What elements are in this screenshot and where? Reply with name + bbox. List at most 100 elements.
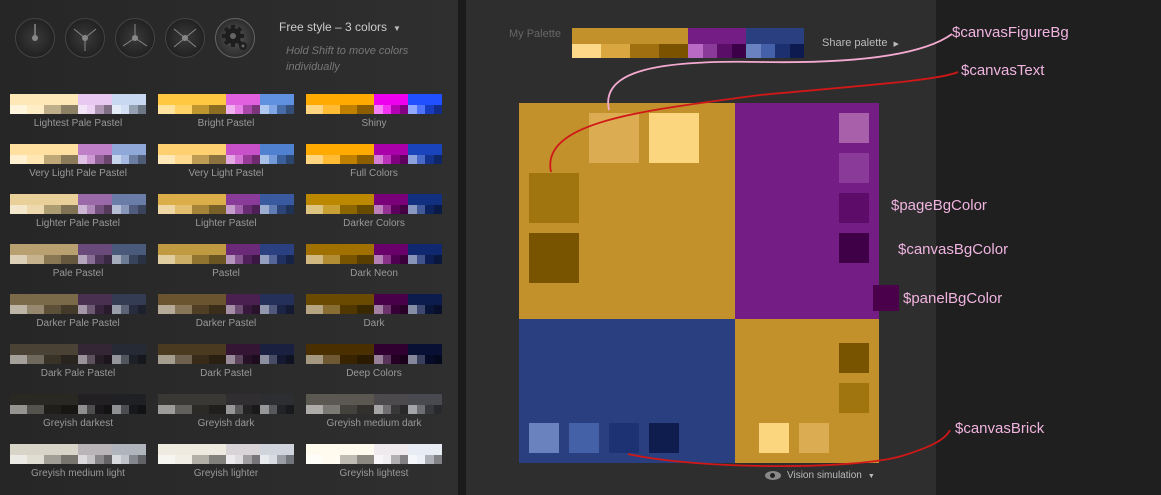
annotation-panel-bg-color: $panelBgColor <box>903 290 1003 307</box>
preset-swatch-bar <box>10 94 146 114</box>
gear-icon[interactable] <box>215 18 255 58</box>
preset-greyish-darkest[interactable]: Greyish darkest <box>10 394 146 429</box>
palette-segment <box>112 294 146 314</box>
canvas-brick <box>649 423 679 453</box>
palette-segment <box>10 94 78 114</box>
scheme-mode-dropdown[interactable]: Free style – 3 colors ▼ <box>279 20 401 34</box>
preset-label: Greyish medium light <box>31 468 125 479</box>
preset-swatch-bar <box>306 444 442 464</box>
preset-darker-pale-pastel[interactable]: Darker Pale Pastel <box>10 294 146 329</box>
preset-label: Greyish dark <box>197 418 255 429</box>
chevron-down-icon: ▼ <box>867 473 875 480</box>
share-palette-button[interactable]: Share palette ▶ <box>822 37 899 49</box>
preset-swatch-bar <box>306 244 442 264</box>
palette-segment <box>226 344 260 364</box>
preset-shiny[interactable]: Shiny <box>306 94 442 129</box>
palette-segment <box>78 144 112 164</box>
palette-segment <box>260 94 294 114</box>
palette-segment <box>226 394 260 414</box>
triad-wheel-icon[interactable] <box>115 18 155 58</box>
preset-swatch-bar <box>158 394 294 414</box>
preset-very-light-pastel[interactable]: Very Light Pastel <box>158 144 294 179</box>
preset-lighter-pale-pastel[interactable]: Lighter Pale Pastel <box>10 194 146 229</box>
palette-segment <box>10 294 78 314</box>
canvas-brick <box>529 173 579 223</box>
palette-segment <box>226 144 260 164</box>
palette-segment <box>260 444 294 464</box>
preset-greyish-medium-dark[interactable]: Greyish medium dark <box>306 394 442 429</box>
preset-greyish-lighter[interactable]: Greyish lighter <box>158 444 294 479</box>
preset-darker-pastel[interactable]: Darker Pastel <box>158 294 294 329</box>
preset-dark-pale-pastel[interactable]: Dark Pale Pastel <box>10 344 146 379</box>
palette-segment <box>408 244 442 264</box>
preset-label: Greyish lighter <box>193 468 259 479</box>
palette-segment <box>374 344 408 364</box>
preset-lighter-pastel[interactable]: Lighter Pastel <box>158 194 294 229</box>
palette-segment <box>374 144 408 164</box>
mono-wheel-icon[interactable] <box>15 18 55 58</box>
preset-very-light-pale-pastel[interactable]: Very Light Pale Pastel <box>10 144 146 179</box>
shift-hint: Hold Shift to move colors individually <box>286 45 409 73</box>
palette-segment <box>10 344 78 364</box>
my-palette-gold[interactable] <box>572 28 688 58</box>
my-palette-swatches[interactable] <box>572 28 804 58</box>
preset-swatch-bar <box>306 394 442 414</box>
preset-full-colors[interactable]: Full Colors <box>306 144 442 179</box>
scheme-mode-label: Free style – 3 colors <box>279 20 388 34</box>
complement-wheel-icon[interactable] <box>65 18 105 58</box>
preset-deep-colors[interactable]: Deep Colors <box>306 344 442 379</box>
palette-segment <box>78 344 112 364</box>
preset-label: Dark <box>363 318 385 329</box>
palette-segment <box>226 294 260 314</box>
palette-segment <box>158 244 226 264</box>
preset-swatch-bar <box>158 294 294 314</box>
preset-greyish-lightest[interactable]: Greyish lightest <box>306 444 442 479</box>
preset-label: Dark Neon <box>350 268 398 279</box>
chevron-right-icon: ▶ <box>893 41 899 48</box>
palette-segment <box>408 394 442 414</box>
palette-segment <box>374 394 408 414</box>
preset-label: Lighter Pastel <box>195 218 257 229</box>
preset-bright-pastel[interactable]: Bright Pastel <box>158 94 294 129</box>
preset-dark-neon[interactable]: Dark Neon <box>306 244 442 279</box>
preset-greyish-dark[interactable]: Greyish dark <box>158 394 294 429</box>
my-palette-purple[interactable] <box>688 28 746 58</box>
preset-lightest-pale-pastel[interactable]: Lightest Pale Pastel <box>10 94 146 129</box>
preset-swatch-bar <box>158 244 294 264</box>
palette-segment <box>306 294 374 314</box>
preset-dark[interactable]: Dark <box>306 294 442 329</box>
tetrad-wheel-icon[interactable] <box>165 18 205 58</box>
preset-label: Very Light Pastel <box>188 168 264 179</box>
preset-swatch-bar <box>10 444 146 464</box>
palette-segment <box>112 344 146 364</box>
palette-segment <box>306 244 374 264</box>
annotation-canvas-figure-bg: $canvasFigureBg <box>952 24 1069 41</box>
palette-segment <box>112 144 146 164</box>
canvas-brick <box>529 423 559 453</box>
palette-segment <box>10 144 78 164</box>
palette-segment <box>112 244 146 264</box>
palette-segment <box>10 394 78 414</box>
preset-greyish-medium-light[interactable]: Greyish medium light <box>10 444 146 479</box>
palette-segment <box>78 394 112 414</box>
preset-darker-colors[interactable]: Darker Colors <box>306 194 442 229</box>
palette-segment <box>306 144 374 164</box>
preset-label: Very Light Pale Pastel <box>29 168 127 179</box>
palette-segment <box>374 294 408 314</box>
canvas-brick <box>589 113 639 163</box>
preset-dark-pastel[interactable]: Dark Pastel <box>158 344 294 379</box>
preset-pale-pastel[interactable]: Pale Pastel <box>10 244 146 279</box>
chevron-down-icon: ▼ <box>393 24 401 33</box>
preset-pastel[interactable]: Pastel <box>158 244 294 279</box>
palette-segment <box>260 244 294 264</box>
share-palette-label: Share palette <box>822 37 888 49</box>
preset-label: Lighter Pale Pastel <box>36 218 120 229</box>
preset-swatch-bar <box>158 344 294 364</box>
palette-segment <box>78 194 112 214</box>
palette-segment <box>306 94 374 114</box>
my-palette-blue[interactable] <box>746 28 804 58</box>
palette-segment <box>408 94 442 114</box>
preset-swatch-bar <box>10 244 146 264</box>
preset-label: Pale Pastel <box>52 268 104 279</box>
vision-simulation-dropdown[interactable]: Vision simulation ▼ <box>765 470 875 481</box>
